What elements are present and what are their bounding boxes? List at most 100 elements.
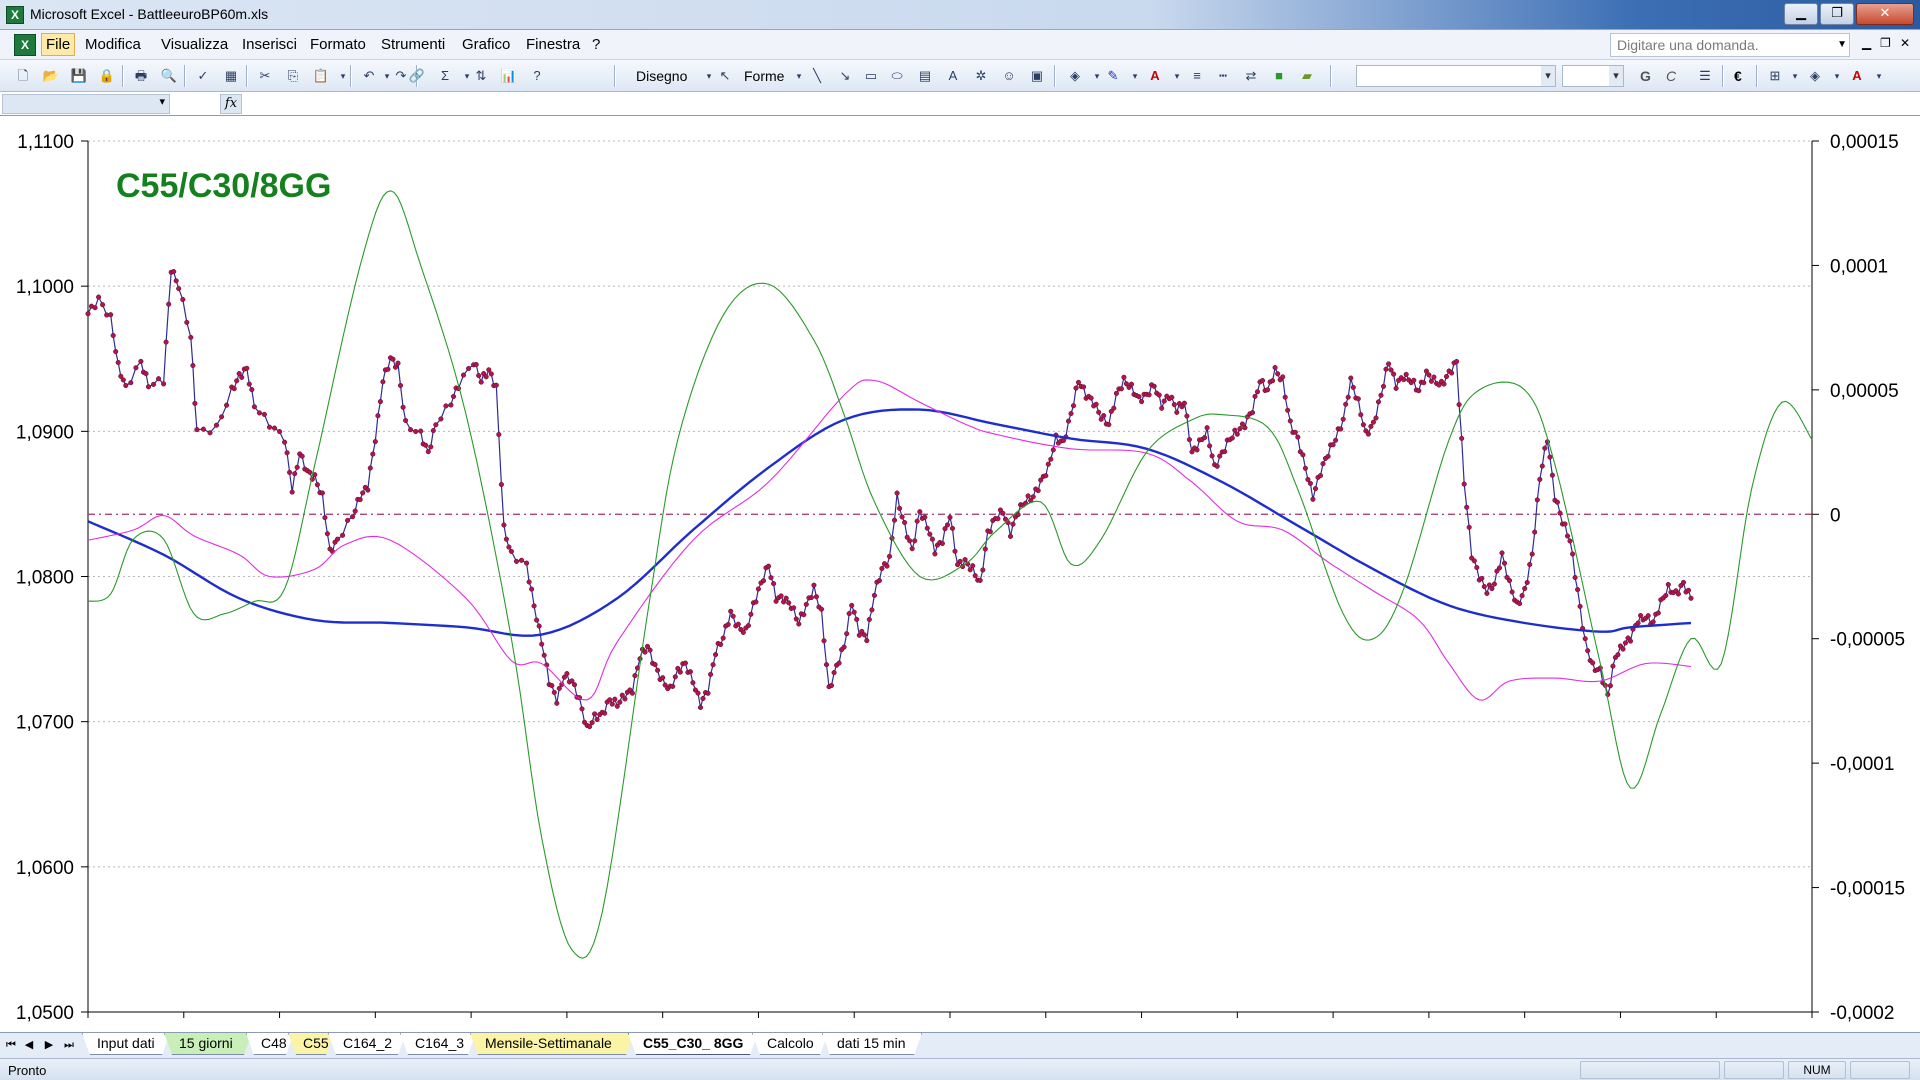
- menu-file[interactable]: File: [41, 33, 76, 56]
- chart-wizard-icon[interactable]: 📊: [500, 67, 518, 85]
- line-style-icon[interactable]: ≡: [1188, 67, 1206, 85]
- save-icon[interactable]: 💾: [70, 67, 88, 85]
- next-sheet-icon[interactable]: ▶: [42, 1037, 56, 1053]
- sheet-tab[interactable]: Calcolo: [752, 1033, 828, 1055]
- font-size-select[interactable]: [1562, 65, 1624, 87]
- menu-strumenti[interactable]: Strumenti: [377, 35, 449, 54]
- oval-icon[interactable]: ⬭: [888, 67, 906, 85]
- data-point: [1234, 431, 1240, 437]
- menu-inserisci[interactable]: Inserisci: [238, 35, 301, 54]
- picture-icon[interactable]: ▣: [1028, 67, 1046, 85]
- chart-area[interactable]: 1,0500 1,0600 1,0700 1,0800 1,0900 1,1000 1,11…: [0, 117, 1920, 1032]
- menu-finestra[interactable]: Finestra: [522, 35, 584, 54]
- sheet-tab[interactable]: C164_2: [328, 1033, 406, 1055]
- sheet-tab[interactable]: 15 giorni: [164, 1033, 252, 1055]
- sheet-tab[interactable]: Input dati: [82, 1033, 170, 1055]
- chart-title[interactable]: C55/C30/8GG: [116, 167, 331, 206]
- help-icon[interactable]: ?: [528, 67, 546, 85]
- spelling-icon[interactable]: ✓: [194, 67, 212, 85]
- draw-menu[interactable]: Disegno: [636, 68, 687, 84]
- data-point: [1214, 463, 1220, 469]
- chevron-down-icon[interactable]: ▾: [790, 67, 808, 85]
- menu-grafico[interactable]: Grafico: [458, 35, 514, 54]
- align-icon[interactable]: ☰: [1696, 67, 1714, 85]
- font-name-select[interactable]: [1356, 65, 1556, 87]
- paste-icon[interactable]: 📋: [312, 67, 330, 85]
- data-point: [571, 682, 578, 688]
- select-pointer-icon[interactable]: ↖: [716, 67, 734, 85]
- toolbar-separator: [1330, 65, 1332, 87]
- data-point: [385, 366, 391, 372]
- last-sheet-icon[interactable]: ⏭: [62, 1037, 76, 1053]
- chevron-down-icon[interactable]: ▼: [1837, 34, 1847, 56]
- sheet-tab[interactable]: dati 15 min: [822, 1033, 922, 1055]
- diagram-icon[interactable]: ✲: [972, 67, 990, 85]
- permission-icon[interactable]: 🔒: [98, 67, 116, 85]
- workbook-icon[interactable]: X: [14, 34, 36, 56]
- insert-function-icon[interactable]: fx: [220, 94, 242, 114]
- fill-color-icon[interactable]: ◈: [1066, 67, 1084, 85]
- chevron-down-icon[interactable]: ▾: [1870, 67, 1888, 85]
- excel-app-icon[interactable]: X: [6, 6, 24, 24]
- doc-restore-button[interactable]: ❐: [1876, 35, 1895, 51]
- sort-icon[interactable]: ⇅: [472, 67, 490, 85]
- clipart-icon[interactable]: ☺: [1000, 67, 1018, 85]
- shadow-icon[interactable]: ■: [1270, 67, 1288, 85]
- series-line: [87, 190, 1813, 959]
- data-point: [622, 696, 628, 702]
- line-icon[interactable]: ╲: [808, 67, 826, 85]
- sheet-tab[interactable]: C48: [246, 1033, 294, 1055]
- arrow-icon[interactable]: ↘: [836, 67, 854, 85]
- fill-bucket-icon[interactable]: ◈: [1806, 67, 1824, 85]
- sheet-tab[interactable]: Mensile-Settimanale: [470, 1033, 634, 1055]
- print-icon[interactable]: 🖶: [132, 67, 150, 85]
- font-color-icon[interactable]: A: [1848, 67, 1866, 85]
- rectangle-icon[interactable]: ▭: [862, 67, 880, 85]
- data-point: [687, 669, 693, 675]
- name-box[interactable]: [2, 94, 170, 114]
- hyperlink-icon[interactable]: 🔗: [408, 67, 426, 85]
- textbox-icon[interactable]: ▤: [916, 67, 934, 85]
- open-folder-icon[interactable]: 📂: [42, 67, 60, 85]
- wordart-icon[interactable]: A: [944, 67, 962, 85]
- data-point: [831, 670, 837, 676]
- bold-button[interactable]: G: [1640, 68, 1651, 84]
- chevron-down-icon[interactable]: ▾: [1126, 67, 1144, 85]
- sheet-tab[interactable]: C55_C30_ 8GG: [628, 1033, 758, 1055]
- font-color-icon[interactable]: A: [1146, 67, 1164, 85]
- doc-close-button[interactable]: ✕: [1896, 35, 1914, 51]
- 3d-style-icon[interactable]: ▰: [1298, 67, 1316, 85]
- sheet-tab[interactable]: C164_3: [400, 1033, 476, 1055]
- doc-minimize-button[interactable]: ▁: [1858, 35, 1875, 51]
- chevron-down-icon[interactable]: ▾: [1168, 67, 1186, 85]
- autosum-icon[interactable]: Σ: [436, 67, 454, 85]
- menu-visualizza[interactable]: Visualizza: [157, 35, 232, 54]
- research-icon[interactable]: ▦: [222, 67, 240, 85]
- copy-icon[interactable]: ⎘: [284, 67, 302, 85]
- close-button[interactable]: ✕: [1856, 3, 1914, 25]
- sheet-tab[interactable]: C55: [288, 1033, 334, 1055]
- help-search-input[interactable]: Digitare una domanda. ▼: [1610, 33, 1850, 57]
- restore-button[interactable]: ❐: [1820, 3, 1854, 25]
- menu-modifica[interactable]: Modifica: [81, 35, 145, 54]
- first-sheet-icon[interactable]: ⏮: [4, 1037, 18, 1053]
- print-preview-icon[interactable]: 🔍: [160, 67, 178, 85]
- menu-formato[interactable]: Formato: [306, 35, 370, 54]
- italic-button[interactable]: C: [1666, 68, 1676, 84]
- borders-icon[interactable]: ⊞: [1766, 67, 1784, 85]
- undo-icon[interactable]: ↶: [360, 67, 378, 85]
- prev-sheet-icon[interactable]: ◀: [22, 1037, 36, 1053]
- data-point: [1088, 395, 1094, 401]
- chevron-down-icon[interactable]: ▾: [1828, 67, 1846, 85]
- toolbar-separator: [1054, 65, 1056, 87]
- menu-help[interactable]: ?: [588, 35, 604, 54]
- euro-button[interactable]: €: [1734, 68, 1742, 84]
- cut-icon[interactable]: ✂: [256, 67, 274, 85]
- line-color-icon[interactable]: ✎: [1104, 67, 1122, 85]
- chevron-down-icon[interactable]: ▾: [1786, 67, 1804, 85]
- shapes-menu[interactable]: Forme: [744, 68, 784, 84]
- new-file-icon[interactable]: 🗋: [14, 67, 32, 85]
- minimize-button[interactable]: ▁: [1784, 3, 1818, 25]
- dash-style-icon[interactable]: ┅: [1214, 67, 1232, 85]
- arrow-style-icon[interactable]: ⇄: [1242, 67, 1260, 85]
